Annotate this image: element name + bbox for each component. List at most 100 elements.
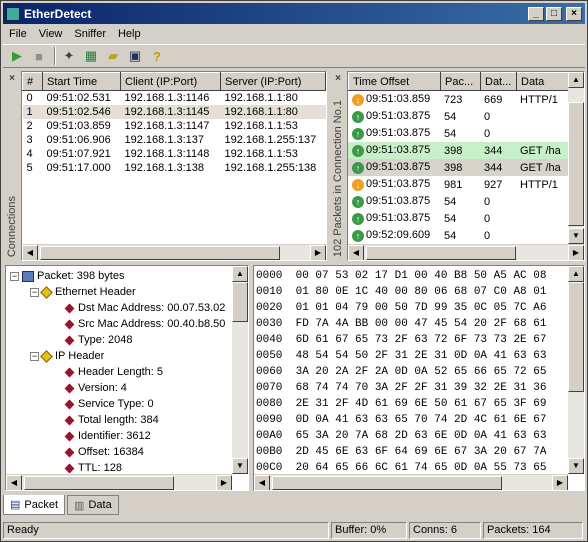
scroll-left-icon[interactable]: ◀ <box>348 244 364 260</box>
tree-node-packet[interactable]: − Packet: 398 bytes <box>10 268 248 284</box>
tree-vscroll[interactable]: ▲ ▼ <box>232 266 248 474</box>
table-row[interactable]: ↑ 09:51:03.875 54 0 <box>348 125 570 142</box>
scroll-thumb[interactable] <box>568 102 584 226</box>
hex-line: 0030 FD 7A 4A BB 00 00 47 45 54 20 2F 68… <box>256 318 547 330</box>
cell: 0 <box>484 195 491 208</box>
tree-node-ip[interactable]: − IP Header <box>10 348 248 364</box>
col-header-time-offset[interactable]: Time Offset <box>348 72 441 91</box>
tree-node-field[interactable]: Total length: 384 <box>10 412 248 428</box>
table-row[interactable]: ↓ 09:51:03.859 723 669 HTTP/1 <box>348 91 570 108</box>
hex-line: 0080 2E 31 2F 4D 61 69 6E 50 61 67 65 3F… <box>256 398 547 410</box>
tree-node-field[interactable]: Identifier: 3612 <box>10 428 248 444</box>
col-header-packet-size[interactable]: Pac... <box>440 72 481 91</box>
collapse-icon[interactable]: − <box>30 351 39 361</box>
outgoing-arrow-icon: ↑ <box>352 144 364 157</box>
scroll-thumb[interactable] <box>40 245 280 260</box>
scroll-up-icon[interactable]: ▲ <box>568 266 584 282</box>
close-button[interactable]: × <box>566 6 582 21</box>
field-icon <box>64 447 75 458</box>
close-icon[interactable]: × <box>9 73 15 84</box>
title-bar[interactable]: EtherDetect _ □ × <box>3 3 585 24</box>
scroll-up-icon[interactable]: ▲ <box>568 72 584 88</box>
menu-sniffer[interactable]: Sniffer <box>68 28 112 40</box>
field-icon <box>64 367 75 378</box>
tree-node-field[interactable]: Service Type: 0 <box>10 396 248 412</box>
help-button[interactable]: ? <box>147 46 167 66</box>
scroll-right-icon[interactable]: ▶ <box>216 474 232 490</box>
hex-hscroll[interactable]: ◀ ▶ <box>254 474 568 490</box>
collapse-icon[interactable]: − <box>30 287 39 297</box>
tree-node-field[interactable]: Src Mac Address: 00.40.b8.50 <box>10 316 248 332</box>
start-capture-button[interactable]: ▶ <box>7 46 27 66</box>
cell: ↑ 09:51:03.875 <box>348 193 440 210</box>
scroll-left-icon[interactable]: ◀ <box>22 244 38 260</box>
scroll-thumb[interactable] <box>24 475 174 490</box>
table-row[interactable]: 3 09:51:06.906 192.168.1.3:137 192.168.1.25… <box>23 133 326 147</box>
packets-hscroll[interactable]: ◀ ▶ <box>348 244 584 260</box>
table-row[interactable]: 5 09:51:17.000 192.168.1.3:138 192.168.1.25… <box>23 161 326 175</box>
scroll-right-icon[interactable]: ▶ <box>568 244 584 260</box>
tree-node-field[interactable]: Offset: 16384 <box>10 444 248 460</box>
scroll-right-icon[interactable]: ▶ <box>552 474 568 490</box>
minimize-button[interactable]: _ <box>528 6 544 21</box>
table-row[interactable]: ↓ 09:51:03.875 981 927 HTTP/1 <box>348 176 570 193</box>
time-offset: 09:51:03.875 <box>366 144 431 157</box>
connections-hscroll[interactable]: ◀ ▶ <box>22 244 326 260</box>
scroll-thumb[interactable] <box>366 245 516 260</box>
table-row[interactable]: 4 09:51:07.921 192.168.1.3:1148 192.168.1.1… <box>23 147 326 161</box>
table-row[interactable]: ↑ 09:51:03.875 398 344 GET /ha <box>348 159 570 176</box>
tab-packet[interactable]: ▤ Packet <box>3 495 66 515</box>
scroll-left-icon[interactable]: ◀ <box>6 474 22 490</box>
scroll-up-icon[interactable]: ▲ <box>232 266 248 282</box>
scroll-thumb[interactable] <box>568 282 584 392</box>
hex-vscroll[interactable]: ▲ ▼ <box>568 266 584 474</box>
cell: 0 <box>484 229 491 242</box>
tree-hscroll[interactable]: ◀ ▶ <box>6 474 232 490</box>
scroll-down-icon[interactable]: ▼ <box>568 458 584 474</box>
col-header-server[interactable]: Server (IP:Port) <box>220 72 326 91</box>
hex-line: 0010 01 80 0E 1C 40 00 80 06 68 07 C0 A8… <box>256 286 547 298</box>
close-icon[interactable]: × <box>335 73 341 84</box>
table-row[interactable]: ↑ 09:52:09.609 54 0 <box>348 227 570 244</box>
col-header-start-time[interactable]: Start Time <box>42 72 121 91</box>
table-row[interactable]: ↑ 09:51:03.875 398 344 GET /ha <box>348 142 570 159</box>
hex-line: 0000 00 07 53 02 17 D1 00 40 B8 50 A5 AC… <box>256 270 547 282</box>
scroll-left-icon[interactable]: ◀ <box>254 474 270 490</box>
table-row[interactable]: 2 09:51:03.859 192.168.1.3:1147 192.168.1.1… <box>23 119 326 133</box>
adapter-button[interactable]: ▦ <box>81 46 101 66</box>
scroll-down-icon[interactable]: ▼ <box>568 228 584 244</box>
hex-line: 00A0 65 3A 20 7A 68 2D 63 6E 0D 0A 41 63… <box>256 430 547 442</box>
table-row[interactable]: ↑ 09:51:03.875 54 0 <box>348 193 570 210</box>
table-row[interactable]: ↑ 09:51:03.875 54 0 <box>348 210 570 227</box>
menu-view[interactable]: View <box>33 28 69 40</box>
scroll-down-icon[interactable]: ▼ <box>232 458 248 474</box>
table-row[interactable]: ↑ 09:51:03.875 54 0 <box>348 108 570 125</box>
table-row[interactable]: 0 09:51:02.531 192.168.1.3:1146 192.168.1.1… <box>23 91 326 105</box>
col-header-data-size[interactable]: Dat... <box>480 72 517 91</box>
stop-capture-button[interactable]: ■ <box>29 46 49 66</box>
col-header-data[interactable]: Data <box>516 72 570 91</box>
col-header-client[interactable]: Client (IP:Port) <box>120 72 221 91</box>
tree-node-field[interactable]: Header Length: 5 <box>10 364 248 380</box>
packets-rows: ↓ 09:51:03.859 723 669 HTTP/1 ↑ 09:51:03.875 54… <box>348 91 570 244</box>
cell: 192.168.1.3:1146 <box>124 91 210 104</box>
menu-file[interactable]: File <box>3 28 33 40</box>
scroll-thumb[interactable] <box>232 282 248 322</box>
scroll-thumb[interactable] <box>272 475 502 490</box>
tab-data[interactable]: ▥ Data <box>67 495 119 515</box>
scroll-right-icon[interactable]: ▶ <box>310 244 326 260</box>
tree-node-ethernet[interactable]: − Ethernet Header <box>10 284 248 300</box>
table-row-selected[interactable]: 1 09:51:02.546 192.168.1.3:1145 192.168.1.1… <box>22 104 326 119</box>
menu-help[interactable]: Help <box>112 28 147 40</box>
col-header-index[interactable]: # <box>22 72 43 91</box>
packets-vscroll[interactable]: ▲ ▼ <box>568 72 584 244</box>
maximize-button[interactable]: □ <box>546 6 562 21</box>
save-button[interactable]: ▣ <box>125 46 145 66</box>
filter-button[interactable]: ✦ <box>59 46 79 66</box>
collapse-icon[interactable]: − <box>10 271 19 281</box>
network-card-icon: ▦ <box>84 48 98 63</box>
tree-node-field[interactable]: Type: 2048 <box>10 332 248 348</box>
open-button[interactable]: ▰ <box>103 46 123 66</box>
tree-node-field[interactable]: Version: 4 <box>10 380 248 396</box>
tree-node-field[interactable]: Dst Mac Address: 00.07.53.02 <box>10 300 248 316</box>
